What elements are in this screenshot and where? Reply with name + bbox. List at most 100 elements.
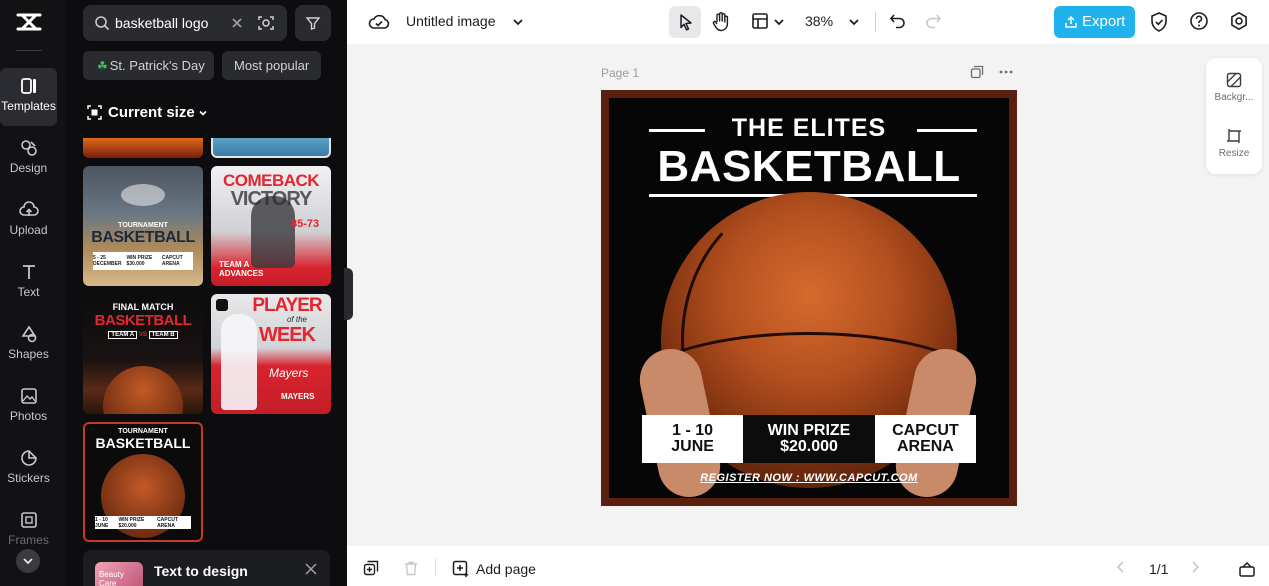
add-page-icon (452, 560, 469, 577)
template-text: WEEK (259, 324, 316, 346)
chevron-right-icon[interactable] (1189, 560, 1201, 574)
text-to-design-card[interactable]: Beauty Care Text to design (83, 550, 330, 586)
chevron-down-icon[interactable] (773, 16, 785, 28)
rail-more-button[interactable] (16, 549, 40, 573)
template-graphic (103, 366, 183, 414)
hand-icon[interactable] (711, 11, 731, 33)
rail-label: Upload (9, 223, 48, 237)
cloud-icon[interactable] (368, 11, 390, 33)
design-venue: CAPCUT ARENA (892, 422, 959, 455)
chevron-down-icon[interactable] (512, 16, 524, 28)
chip-most-popular[interactable]: Most popular (222, 51, 321, 80)
search-input[interactable] (115, 13, 225, 33)
settings-icon[interactable] (1229, 11, 1249, 31)
template-text: BASKETBALL (91, 229, 195, 246)
page-indicator: 1/1 (1149, 561, 1169, 577)
template-card[interactable]: COMEBACK VICTORY 85-73 TEAM A ADVANCES (211, 166, 331, 286)
size-selector[interactable]: Current size (87, 102, 214, 124)
rail-item-stickers[interactable]: Stickers (0, 440, 57, 498)
design-date: 1 - 10 JUNE (671, 422, 714, 455)
frames-icon (20, 512, 37, 528)
rail-label: Design (9, 161, 48, 175)
chip-st-patricks-day[interactable]: ☘ St. Patrick's Day (83, 51, 214, 80)
filter-icon (305, 17, 321, 30)
resize-button[interactable]: Resize (1206, 128, 1262, 159)
zoom-level[interactable]: 38% (805, 13, 833, 29)
templates-icon (20, 78, 36, 94)
rail-item-frames[interactable]: Frames (0, 502, 57, 547)
template-info: 1 - 10 JUNE WIN PRIZE $20.000 CAPCUT ARE… (95, 516, 191, 529)
photos-icon (20, 388, 37, 404)
rail-item-shapes[interactable]: Shapes (0, 316, 57, 374)
template-text: TOURNAMENT (118, 428, 168, 435)
layers-icon[interactable] (1238, 560, 1256, 578)
design-artwork: THE ELITES BASKETBALL 1 - 10 JUNE WIN PR… (609, 98, 1009, 498)
template-card[interactable] (83, 138, 203, 158)
stickers-icon (20, 450, 37, 466)
select-tool-button[interactable] (669, 6, 701, 38)
toolbar-divider (875, 12, 876, 32)
rail-item-text[interactable]: Text (0, 254, 57, 312)
redo-icon[interactable] (923, 11, 943, 31)
filter-button[interactable] (295, 5, 331, 41)
search-box (83, 5, 287, 41)
template-card-selected[interactable]: TOURNAMENT BASKETBALL 1 - 10 JUNE WIN PR… (83, 422, 203, 542)
search-icon (95, 16, 110, 31)
document-title[interactable]: Untitled image (406, 13, 496, 29)
template-text: TEAM A VS TEAM B (83, 331, 203, 339)
more-icon[interactable] (999, 69, 1013, 75)
template-card[interactable]: TOURNAMENT BASKETBALL 5 - 25 DECEMBER WI… (83, 166, 203, 286)
template-graphic (121, 184, 165, 206)
capcut-logo-icon (14, 10, 44, 34)
add-page-button[interactable]: Add page (452, 560, 536, 578)
resize-icon (1227, 129, 1241, 143)
text-icon (22, 265, 35, 279)
clover-icon: ☘ (97, 59, 108, 73)
chevron-down-icon (23, 558, 33, 565)
template-card[interactable]: FINAL MATCH BASKETBALL TEAM A VS TEAM B (83, 294, 203, 414)
image-search-icon[interactable] (257, 14, 275, 32)
page-label: Page 1 (601, 66, 640, 80)
template-text: Mayers (269, 366, 309, 380)
template-info: 5 - 25 DECEMBER WIN PRIZE $30.000 CAPCUT… (93, 252, 193, 270)
rail-item-templates[interactable]: Templates (0, 68, 57, 126)
duplicate-page-icon[interactable] (970, 65, 984, 79)
panel-collapse-handle[interactable] (344, 268, 353, 320)
template-text: BASKETBALL (94, 312, 192, 329)
design-prize: WIN PRIZE $20.000 (743, 415, 875, 463)
template-text: BASKETBALL (95, 435, 191, 451)
export-button[interactable]: Export (1054, 6, 1135, 38)
template-card[interactable] (211, 138, 331, 158)
help-icon[interactable] (1189, 11, 1209, 31)
bottom-bar: Add page 1/1 (347, 546, 1269, 586)
template-text: PLAYER (252, 295, 322, 316)
template-text: of the (286, 315, 307, 324)
rail-item-design[interactable]: Design (0, 130, 57, 188)
trash-icon[interactable] (403, 560, 419, 576)
design-canvas[interactable]: THE ELITES BASKETBALL 1 - 10 JUNE WIN PR… (601, 90, 1017, 506)
clear-icon[interactable] (229, 15, 245, 31)
upload-cloud-icon (18, 201, 39, 216)
close-icon[interactable] (304, 562, 318, 576)
template-card[interactable]: PLAYER of the WEEK Mayers MAYERS (211, 294, 331, 414)
template-text: 85-73 (291, 218, 320, 230)
chevron-down-icon[interactable] (848, 16, 860, 28)
shield-icon[interactable] (1149, 11, 1169, 33)
rail-label: Templates (1, 99, 56, 113)
duplicate-icon[interactable] (363, 560, 379, 576)
undo-icon[interactable] (888, 11, 908, 31)
background-button[interactable]: Backgr... (1206, 72, 1262, 103)
upload-icon (1065, 15, 1077, 28)
rail-item-upload[interactable]: Upload (0, 192, 57, 250)
rail-item-photos[interactable]: Photos (0, 378, 57, 436)
cursor-icon (680, 14, 692, 31)
design-heading: THE ELITES (731, 114, 887, 142)
template-text: MAYERS (281, 392, 315, 401)
design-register: REGISTER NOW : WWW.CAPCUT.COM (700, 472, 918, 484)
design-info-bar: 1 - 10 JUNE WIN PRIZE $20.000 CAPCUT ARE… (642, 415, 976, 463)
rail-label: Stickers (7, 471, 50, 485)
layout-icon[interactable] (750, 11, 770, 31)
shapes-icon (21, 325, 36, 343)
chevron-left-icon[interactable] (1115, 560, 1127, 574)
rail-label: Photos (9, 409, 48, 423)
